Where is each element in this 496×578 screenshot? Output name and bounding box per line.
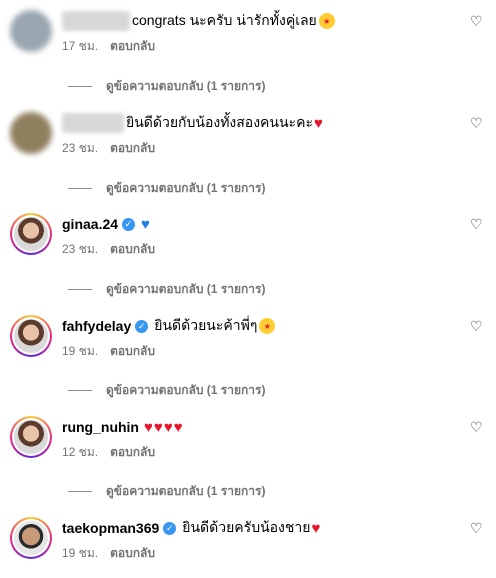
avatar[interactable] bbox=[10, 10, 52, 52]
red-heart-emoji-icon: ♥ bbox=[313, 114, 323, 132]
red-heart-emoji-icon: ♥ bbox=[163, 418, 173, 436]
heart-outline-icon[interactable]: ♡ bbox=[470, 521, 484, 535]
comment-time: 12 ชม. bbox=[62, 445, 99, 459]
red-heart-emoji-icon: ♥ bbox=[311, 519, 321, 537]
view-replies-button[interactable]: ดูข้อความตอบกลับ (1 รายการ) bbox=[68, 77, 265, 96]
divider bbox=[68, 289, 92, 290]
username[interactable]: ginaa.24 bbox=[62, 216, 118, 232]
username-blurred[interactable] bbox=[62, 113, 124, 133]
reply-button[interactable]: ตอบกลับ bbox=[110, 443, 155, 462]
verified-badge-icon: ✓ bbox=[163, 521, 177, 535]
username[interactable]: taekopman369 bbox=[62, 520, 159, 536]
blue-heart-emoji-icon: ♥ bbox=[141, 215, 150, 233]
avatar[interactable] bbox=[10, 315, 52, 357]
heart-outline-icon[interactable]: ♡ bbox=[470, 217, 484, 231]
comment-time: 19 ชม. bbox=[62, 344, 99, 358]
reply-button[interactable]: ตอบกลับ bbox=[110, 139, 155, 158]
view-replies-label: ดูข้อความตอบกลับ (1 รายการ) bbox=[106, 484, 266, 498]
comment-time: 23 ชม. bbox=[62, 242, 99, 256]
reply-button[interactable]: ตอบกลับ bbox=[110, 342, 155, 361]
avatar[interactable] bbox=[10, 213, 52, 255]
view-replies-label: ดูข้อความตอบกลับ (1 รายการ) bbox=[106, 181, 266, 195]
comment-text: congrats นะครับ น่ารักทั้งคู่เลย bbox=[132, 12, 317, 28]
comment-time: 23 ชม. bbox=[62, 141, 99, 155]
comment-text: ยินดีด้วยครับน้องชาย bbox=[182, 519, 311, 535]
view-replies-button[interactable]: ดูข้อความตอบกลับ (1 รายการ) bbox=[68, 381, 265, 400]
view-replies-button[interactable]: ดูข้อความตอบกลับ (1 รายการ) bbox=[68, 179, 265, 198]
view-replies-label: ดูข้อความตอบกลับ (1 รายการ) bbox=[106, 383, 266, 397]
heart-outline-icon[interactable]: ♡ bbox=[470, 14, 484, 28]
star-struck-emoji-icon: ★ bbox=[318, 13, 335, 29]
comment-time: 17 ชม. bbox=[62, 39, 99, 53]
comment-text: ยินดีด้วยกับน้องทั้งสองคนนะคะ bbox=[126, 114, 313, 130]
avatar[interactable] bbox=[10, 517, 52, 559]
heart-outline-icon[interactable]: ♡ bbox=[470, 116, 484, 130]
view-replies-label: ดูข้อความตอบกลับ (1 รายการ) bbox=[106, 282, 266, 296]
verified-badge-icon: ✓ bbox=[135, 319, 149, 333]
reply-button[interactable]: ตอบกลับ bbox=[110, 240, 155, 259]
reply-button[interactable]: ตอบกลับ bbox=[110, 544, 155, 563]
divider bbox=[68, 491, 92, 492]
star-struck-emoji-icon: ★ bbox=[259, 318, 276, 334]
view-replies-button[interactable]: ดูข้อความตอบกลับ (1 รายการ) bbox=[68, 482, 265, 501]
divider bbox=[68, 188, 92, 189]
reply-button[interactable]: ตอบกลับ bbox=[110, 37, 155, 56]
avatar[interactable] bbox=[10, 112, 52, 154]
username-blurred[interactable] bbox=[62, 11, 130, 31]
avatar[interactable] bbox=[10, 416, 52, 458]
red-heart-emoji-icon: ♥ bbox=[173, 418, 183, 436]
divider bbox=[68, 86, 92, 87]
red-heart-emoji-icon: ♥ bbox=[144, 418, 153, 436]
divider bbox=[68, 390, 92, 391]
comment-text: ยินดีด้วยนะค้าพี่ๆ bbox=[154, 317, 258, 333]
view-replies-label: ดูข้อความตอบกลับ (1 รายการ) bbox=[106, 79, 266, 93]
heart-outline-icon[interactable]: ♡ bbox=[470, 420, 484, 434]
comment-time: 19 ชม. bbox=[62, 546, 99, 560]
username[interactable]: rung_nuhin bbox=[62, 419, 139, 435]
view-replies-button[interactable]: ดูข้อความตอบกลับ (1 รายการ) bbox=[68, 280, 265, 299]
username[interactable]: fahfydelay bbox=[62, 318, 131, 334]
heart-outline-icon[interactable]: ♡ bbox=[470, 319, 484, 333]
verified-badge-icon: ✓ bbox=[122, 217, 136, 231]
red-heart-emoji-icon: ♥ bbox=[153, 418, 163, 436]
